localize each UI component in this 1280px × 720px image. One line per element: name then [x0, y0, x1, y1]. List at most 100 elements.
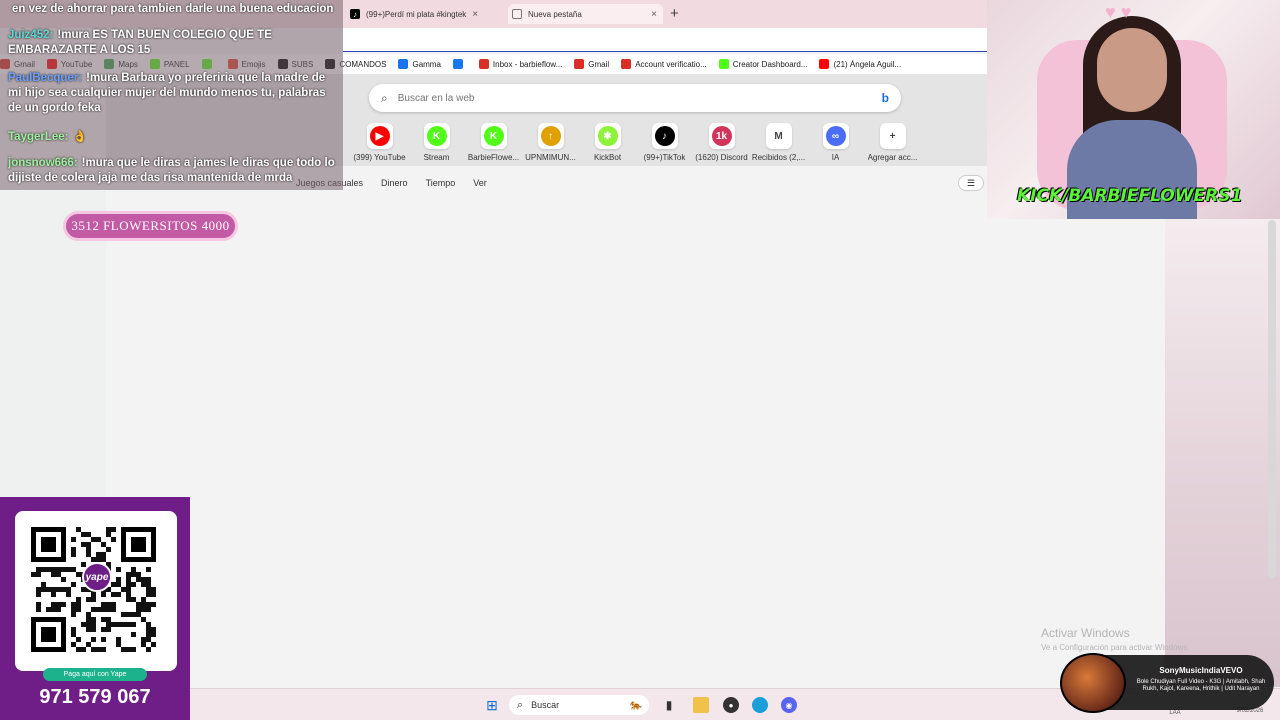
quick-link-tile[interactable]: + [879, 123, 906, 149]
quick-link-label: Agregar acc... [867, 153, 918, 162]
chat-username: TaygerLee: [8, 131, 69, 143]
kick-icon: K [483, 126, 504, 146]
quick-link[interactable]: M Recibidos (2,... [750, 123, 807, 162]
quick-link-tile[interactable]: ♪ [651, 123, 678, 149]
chat-message: en vez de ahorrar para tambien darle una… [8, 2, 338, 17]
quick-link[interactable]: K BarbieFlowe... [465, 123, 522, 162]
close-icon[interactable]: × [651, 9, 657, 20]
gmail-icon [621, 59, 632, 69]
yape-cta: Paga aquí con Yape [43, 668, 147, 681]
kick-icon: K [426, 126, 447, 146]
quick-link-tile[interactable]: ▶ [366, 123, 393, 149]
quick-link-tile[interactable]: 1k [708, 123, 735, 149]
edge-icon[interactable] [752, 697, 768, 713]
windows-start-icon[interactable]: ⊞ [484, 697, 500, 713]
tiktok-icon: ♪ [350, 9, 360, 19]
bookmark-label: (21) Ángela Aguil... [833, 59, 902, 69]
gamma-icon [398, 59, 409, 69]
bookmark-item[interactable]: Creator Dashboard... [718, 59, 808, 69]
tiger-widget-icon[interactable]: 🐅 [621, 697, 651, 713]
tab-label: (99+)Perdí mi plata #kingtek [366, 9, 467, 19]
feed-settings-button[interactable]: ☰ [958, 175, 984, 191]
bookmark-item[interactable]: Account verificatio... [621, 59, 707, 69]
chat-username: jonsnow666: [8, 157, 78, 169]
quick-link-tile[interactable]: K [423, 123, 450, 149]
quick-link-label: KickBot [593, 153, 622, 162]
new-tab-page-icon [512, 9, 522, 19]
chat-message: PaulBecquer: !mura Barbara yo preferiria … [8, 71, 338, 116]
yape-phone-number: 971 579 067 [39, 686, 151, 708]
address-bar[interactable] [343, 28, 987, 52]
tab-tiktok[interactable]: ♪ (99+)Perdí mi plata #kingtek × [350, 4, 510, 24]
quick-link-tile[interactable]: ✱ [594, 123, 621, 149]
quick-link-label: Stream [423, 153, 450, 162]
bunny-ears-icon: ♥ ♥ [1105, 2, 1132, 22]
kick-handle: KICK/BARBIEFLOWERS1 [1017, 186, 1243, 206]
quick-link-tile[interactable]: ∞ [822, 123, 849, 149]
yape-qr-card: yape [15, 511, 177, 671]
bookmark-item[interactable]: Gmail [574, 59, 609, 69]
search-icon: ⌕ [517, 698, 524, 711]
quick-link[interactable]: ▶ (399) YouTube [351, 123, 408, 162]
quick-link[interactable]: ∞ IA [807, 123, 864, 162]
bookmark-item[interactable]: Inbox - barbieflow... [478, 59, 563, 69]
youtube-icon [819, 59, 830, 69]
bookmark-label: Gmail [588, 59, 610, 69]
bookmark-label: Account verificatio... [635, 59, 707, 69]
quick-link-label: Recibidos (2,... [751, 153, 806, 162]
quick-links: ▶ (399) YouTube K Stream K BarbieFlowe... ↑ UPN… [351, 123, 921, 162]
web-search-box[interactable]: ⌕ b [369, 84, 901, 112]
feed-nav-item[interactable]: Dinero [381, 178, 408, 188]
gmail-icon [574, 59, 585, 69]
bookmark-label: Creator Dashboard... [732, 59, 808, 69]
quick-link-tile[interactable]: ↑ [537, 123, 564, 149]
kickbot-icon: ✱ [597, 126, 618, 146]
obs-icon[interactable]: ● [723, 697, 739, 713]
discord-icon: 1k [711, 126, 732, 146]
new-tab-button[interactable]: + [670, 5, 679, 22]
yape-logo: yape [82, 562, 112, 592]
quick-link-tile[interactable]: M [765, 123, 792, 149]
album-art [1060, 653, 1126, 713]
now-playing-channel: SonyMusicIndiaVEVO [1159, 666, 1243, 675]
bookmark-item[interactable]: (21) Ángela Aguil... [819, 59, 901, 69]
bookmark-label: Inbox - barbieflow... [492, 59, 563, 69]
task-view-icon[interactable]: ▮ [662, 697, 676, 713]
feed-nav-item[interactable]: Ver [473, 178, 487, 188]
discord-icon[interactable]: ◉ [781, 697, 797, 713]
ai-icon: ∞ [825, 126, 846, 146]
quick-link[interactable]: 1k (1620) Discord [693, 123, 750, 162]
chat-message: jonsnow666: !mura que le diras a james le… [8, 156, 338, 186]
bookmark-item[interactable] [452, 59, 467, 69]
chat-message: Juiz452: !mura ES TAN BUEN COLEGIO QUE TE… [8, 28, 338, 58]
quick-link[interactable]: K Stream [408, 123, 465, 162]
quick-link[interactable]: ♪ (99+)TikTok [636, 123, 693, 162]
quick-link[interactable]: ✱ KickBot [579, 123, 636, 162]
activate-windows-subtitle: Ve a Configuración para activar Windows. [1041, 643, 1190, 652]
tab-new-tab[interactable]: Nueva pestaña × [508, 4, 663, 24]
chat-message: TaygerLee: 👌 [8, 130, 338, 145]
quick-link[interactable]: ↑ UPNMIMUN... [522, 123, 579, 162]
taskbar-search-label: Buscar [531, 700, 560, 710]
now-playing-title: Bole Chudiyan Full Video - K3G | Amitabh… [1136, 679, 1266, 692]
quick-link[interactable]: + Agregar acc... [864, 123, 921, 162]
scrollbar[interactable] [1268, 220, 1276, 578]
stream-chat-overlay: en vez de ahorrar para tambien darle una… [0, 0, 343, 190]
quick-link-label: (399) YouTube [353, 153, 406, 162]
gmail-icon: M [768, 126, 789, 146]
bing-icon[interactable]: b [882, 91, 889, 105]
yape-panel: yape Paga aquí con Yape 971 579 067 [0, 497, 190, 720]
feed-nav-item[interactable]: Tiempo [426, 178, 456, 188]
streamer-face [1097, 28, 1167, 112]
right-background [1165, 219, 1280, 687]
quick-link-label: (99+)TikTok [643, 153, 686, 162]
quick-link-tile[interactable]: K [480, 123, 507, 149]
tiktok-icon: ♪ [654, 126, 675, 146]
youtube-icon: ▶ [369, 126, 390, 146]
close-icon[interactable]: × [472, 9, 478, 20]
web-search-input[interactable] [397, 92, 838, 104]
chat-username: Juiz452: [8, 29, 54, 41]
file-explorer-icon[interactable] [693, 697, 709, 713]
bookmark-item[interactable]: Gamma [398, 59, 441, 69]
sliders-icon: ☰ [966, 177, 976, 188]
